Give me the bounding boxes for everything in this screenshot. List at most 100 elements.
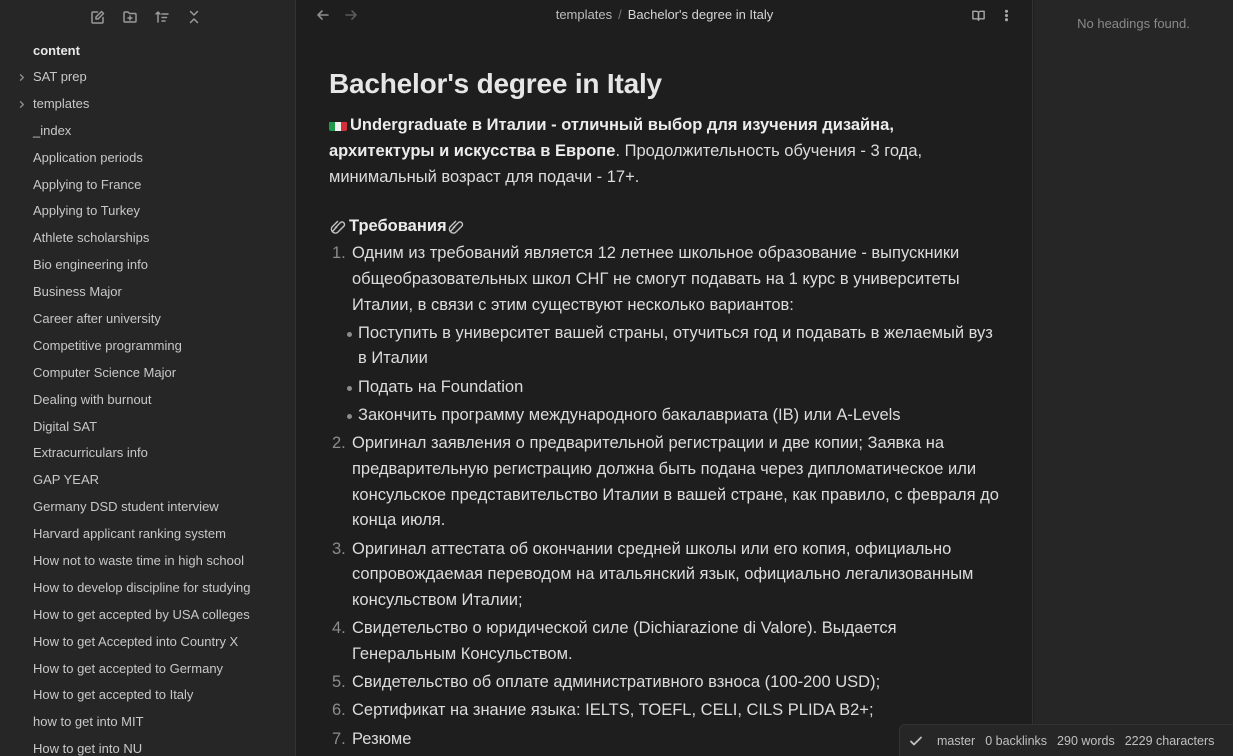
sidebar-item-label: Athlete scholarships (33, 230, 150, 246)
word-count: 290 words (1057, 733, 1115, 748)
sidebar-file[interactable]: How not to waste time in high school (0, 548, 295, 575)
sidebar-item-label: Dealing with burnout (33, 391, 152, 407)
more-options-button[interactable] (997, 6, 1015, 24)
check-icon[interactable] (909, 734, 923, 748)
requirement-text: Резюме (352, 729, 412, 748)
reading-view-button[interactable] (969, 6, 987, 24)
git-branch[interactable]: master (937, 734, 975, 748)
requirement-text: Свидетельство об оплате административног… (352, 673, 881, 692)
sidebar-item-label: How to develop discipline for studying (33, 579, 251, 595)
sidebar-file[interactable]: Dealing with burnout (0, 387, 295, 414)
list-number: 2. (332, 433, 346, 452)
sidebar-file[interactable]: Application periods (0, 145, 295, 172)
list-number: 1. (332, 244, 346, 263)
sort-button[interactable] (152, 7, 172, 27)
sidebar-file[interactable]: Career after university (0, 306, 295, 333)
paperclip-icon (447, 217, 467, 237)
collapse-icon (189, 10, 199, 24)
requirement-item: 4. Свидетельство о юридической силе (Dich… (329, 616, 999, 668)
editor-header: templates / Bachelor's degree in Italy (297, 0, 1032, 30)
sidebar-file[interactable]: Athlete scholarships (0, 225, 295, 252)
breadcrumb-folder[interactable]: templates (556, 7, 612, 22)
book-open-icon (971, 10, 985, 21)
sidebar-item-label: How to get accepted to Italy (33, 687, 194, 703)
sidebar-item-label: Bio engineering info (33, 257, 148, 273)
sidebar-file[interactable]: Applying to Turkey (0, 198, 295, 225)
new-folder-button[interactable] (120, 7, 140, 27)
more-vertical-icon (1004, 9, 1008, 21)
backlinks-count[interactable]: 0 backlinks (985, 734, 1047, 748)
requirement-text: Свидетельство о юридической силе (Dichia… (352, 619, 897, 664)
sidebar-file[interactable]: How to get accepted by USA colleges (0, 602, 295, 629)
outline-panel: No headings found. (1034, 0, 1233, 756)
option-item: Закончить программу международного бакал… (347, 403, 999, 429)
requirement-text: Оригинал заявления о предварительной рег… (352, 433, 999, 530)
sidebar-item-label: GAP YEAR (33, 472, 99, 488)
sidebar-file[interactable]: Computer Science Major (0, 360, 295, 387)
sidebar-file[interactable]: Extracurriculars info (0, 440, 295, 467)
requirement-item: 5. Свидетельство об оплате административн… (329, 670, 999, 696)
sidebar-folder[interactable]: SAT prep (0, 64, 295, 91)
sidebar-file[interactable]: Applying to France (0, 172, 295, 199)
sidebar-item-label: Career after university (33, 311, 161, 327)
character-count: 2229 characters (1124, 733, 1215, 748)
sidebar-file[interactable]: How to get Accepted into Country X (0, 629, 295, 656)
sidebar-file[interactable]: Competitive programming (0, 333, 295, 360)
sidebar-item-label: Application periods (33, 149, 143, 165)
intro-paragraph: Undergraduate в Италии - отличный выбор … (329, 113, 999, 190)
file-tree: content SAT prep templates _index Applicati… (0, 34, 295, 756)
sidebar-file[interactable]: Harvard applicant ranking system (0, 521, 295, 548)
collapse-all-button[interactable] (184, 7, 204, 27)
note-content[interactable]: Bachelor's degree in Italy Undergraduate… (329, 66, 999, 755)
option-item: Поступить в университет вашей страны, от… (347, 321, 999, 373)
sidebar-file[interactable]: _index (0, 118, 295, 145)
sidebar-file[interactable]: How to get accepted to Italy (0, 682, 295, 709)
sidebar-item-label: Germany DSD student interview (33, 499, 219, 515)
sidebar-item-label: How not to waste time in high school (33, 553, 244, 569)
sidebar-item-label: Computer Science Major (33, 364, 177, 380)
sidebar-file[interactable]: Germany DSD student interview (0, 494, 295, 521)
requirements-heading-text: Требования (349, 217, 447, 236)
requirement-text: Одним из требований является 12 летнее ш… (352, 244, 960, 314)
sidebar-item-label: How to get accepted by USA colleges (33, 606, 250, 622)
chevron-right-icon[interactable] (16, 91, 26, 118)
italy-flag-icon (329, 118, 347, 131)
sidebar-file[interactable]: how to get into MIT (0, 709, 295, 736)
sidebar-item-label: How to get into NU (33, 741, 143, 756)
sidebar-file[interactable]: GAP YEAR (0, 467, 295, 494)
sidebar-item-label: How to get accepted to Germany (33, 660, 224, 676)
note-title: Bachelor's degree in Italy (329, 68, 662, 99)
status-bar: master 0 backlinks 290 words 2229 charac… (899, 724, 1233, 756)
breadcrumb: templates / Bachelor's degree in Italy (297, 7, 1032, 22)
requirement-item: 6. Сертификат на знание языка: IELTS, TOE… (329, 698, 999, 724)
new-note-button[interactable] (88, 7, 108, 27)
options-list: Поступить в университет вашей страны, от… (347, 321, 999, 429)
sidebar-item-label: How to get Accepted into Country X (33, 633, 239, 649)
requirements-list: 1. Одним из требований является 12 летнее… (329, 241, 999, 752)
requirement-text: Сертификат на знание языка: IELTS, TOEFL… (352, 701, 874, 720)
requirement-item: 3. Оригинал аттестата об окончании средне… (329, 537, 999, 614)
breadcrumb-separator: / (618, 7, 622, 22)
sidebar-file[interactable]: How to get accepted to Germany (0, 656, 295, 683)
folder-plus-icon (123, 11, 137, 23)
sidebar-file[interactable]: Business Major (0, 279, 295, 306)
requirement-text: Оригинал аттестата об окончании средней … (352, 539, 974, 610)
sidebar-folder[interactable]: templates (0, 91, 295, 118)
list-number: 3. (332, 539, 346, 558)
list-number: 5. (332, 673, 346, 692)
sidebar-item-label: Business Major (33, 284, 122, 300)
sidebar-item-label: Harvard applicant ranking system (33, 526, 226, 542)
sidebar-file[interactable]: How to develop discipline for studying (0, 575, 295, 602)
sidebar-file[interactable]: Bio engineering info (0, 252, 295, 279)
vault-root[interactable]: content (0, 37, 295, 64)
sidebar-item-label: templates (33, 95, 90, 111)
breadcrumb-current[interactable]: Bachelor's degree in Italy (628, 7, 774, 22)
requirement-item: 1. Одним из требований является 12 летнее… (329, 241, 999, 428)
sidebar-toolbar (0, 0, 295, 34)
sidebar-file[interactable]: How to get into NU (0, 736, 295, 756)
sidebar-file[interactable]: Digital SAT (0, 414, 295, 441)
file-explorer-sidebar: content SAT prep templates _index Applicati… (0, 0, 296, 756)
sidebar-item-label: how to get into MIT (33, 714, 144, 730)
edit-icon (91, 10, 105, 24)
chevron-right-icon[interactable] (16, 64, 26, 91)
